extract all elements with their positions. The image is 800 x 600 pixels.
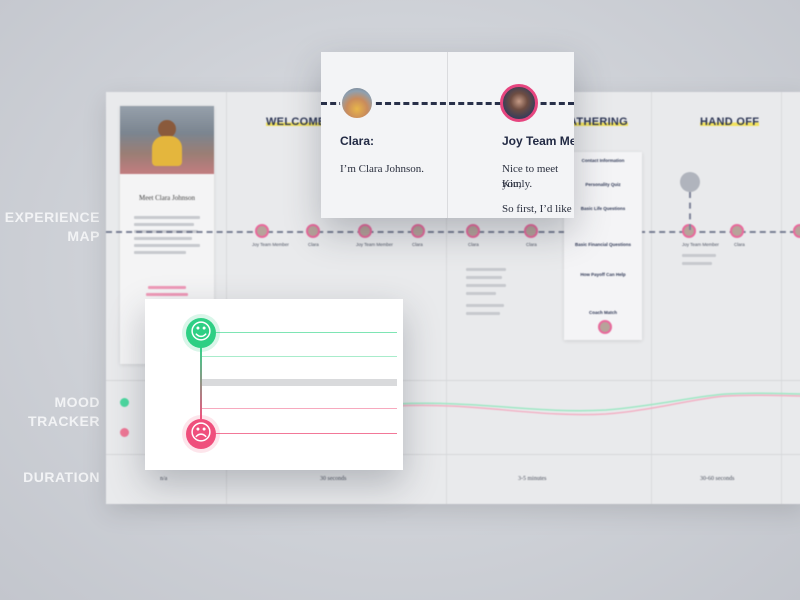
hand-off-marker — [680, 172, 700, 192]
sad-line — [201, 433, 397, 434]
clara-avatar — [340, 86, 374, 120]
experience-map-label: EXPERIENCE MAP — [5, 208, 100, 246]
mood-tracker-zoom-card: ☺ ☹ — [145, 299, 403, 470]
card-section: Coach Match — [588, 310, 617, 315]
stage-title-gathering: ATHERING — [569, 116, 629, 128]
timeline-dot — [730, 224, 744, 238]
column-divider — [447, 52, 448, 218]
timeline-dot — [793, 224, 800, 238]
text-line — [466, 292, 496, 295]
happy-face-icon: ☺ — [186, 318, 216, 348]
text-line — [134, 244, 200, 247]
mood-tracker-label: MOOD TRACKER — [28, 393, 100, 431]
text-line — [146, 293, 188, 296]
timeline-dot — [306, 224, 320, 238]
timeline-caption: Joy Team Member — [252, 242, 289, 247]
duration-value: 3-5 minutes — [518, 476, 547, 482]
hand-off-connector — [689, 192, 691, 230]
neutral-band — [201, 379, 397, 386]
text-line — [134, 251, 186, 254]
duration-value: 30 seconds — [320, 476, 347, 482]
text-line — [682, 254, 716, 257]
text-line — [466, 312, 500, 315]
clara-message: I’m Clara Johnson. — [340, 163, 425, 175]
joy-team-member-avatar — [500, 84, 538, 122]
card-section: Basic Financial Questions — [574, 242, 632, 247]
sad-face-icon: ☹ — [186, 419, 216, 449]
mood-curve — [396, 392, 800, 416]
timeline-dot — [411, 224, 425, 238]
card-section: Basic Life Questions — [580, 206, 626, 211]
duration-value: n/a — [160, 476, 168, 482]
mood-tracker-label-text: MOOD TRACKER — [28, 394, 100, 429]
card-section: How Payoff Can Help — [580, 272, 626, 277]
timeline-caption: Clara — [308, 242, 319, 247]
timeline-dot — [358, 224, 372, 238]
duration-value: 30-60 seconds — [700, 476, 735, 482]
timeline-caption: Clara — [526, 242, 537, 247]
conversation-zoom-card: Clara: I’m Clara Johnson. Joy Team Mem N… — [321, 52, 574, 218]
persona-photo — [120, 106, 214, 174]
card-section: Personality Quiz — [585, 182, 621, 187]
column-divider — [781, 92, 782, 504]
text-line — [466, 268, 506, 271]
mood-range-connector — [200, 347, 202, 419]
photo-body — [152, 136, 182, 166]
timeline-dot — [524, 224, 538, 238]
text-line — [134, 216, 200, 219]
joy-message-line2: Kimly. — [502, 178, 533, 190]
experience-label-line: EXPERIENCE MAP — [4, 209, 100, 244]
stage-title-hand-off: HAND OFF — [700, 116, 760, 128]
onboarding-steps-card: Contact Information Personality Quiz Bas… — [564, 152, 642, 340]
coach-avatar — [598, 320, 612, 334]
speaker-clara: Clara: — [340, 134, 375, 148]
timeline-dot — [466, 224, 480, 238]
persona-name: Meet Clara Johnson — [139, 194, 195, 202]
happy-line — [201, 332, 397, 333]
text-line — [148, 286, 186, 289]
happy-dot — [120, 398, 129, 407]
sad-line-light — [201, 408, 397, 409]
text-line — [134, 237, 192, 240]
text-line — [466, 276, 502, 279]
card-section: Contact Information — [581, 158, 625, 163]
happy-line-light — [201, 356, 397, 357]
timeline-caption: Joy Team Member — [682, 242, 719, 247]
timeline-dot — [255, 224, 269, 238]
column-divider — [651, 92, 652, 504]
duration-label: DURATION — [23, 469, 100, 485]
timeline-caption: Joy Team Member — [356, 242, 393, 247]
text-line — [466, 284, 506, 287]
text-line — [466, 304, 504, 307]
timeline-caption: Clara — [734, 242, 745, 247]
text-line — [682, 262, 712, 265]
timeline-caption: Clara — [412, 242, 423, 247]
joy-message-line3: So first, I’d like to — [502, 203, 572, 215]
speaker-joy: Joy Team Mem — [502, 134, 574, 148]
text-line — [134, 223, 194, 226]
timeline-caption: Clara — [468, 242, 479, 247]
sad-dot — [120, 428, 129, 437]
